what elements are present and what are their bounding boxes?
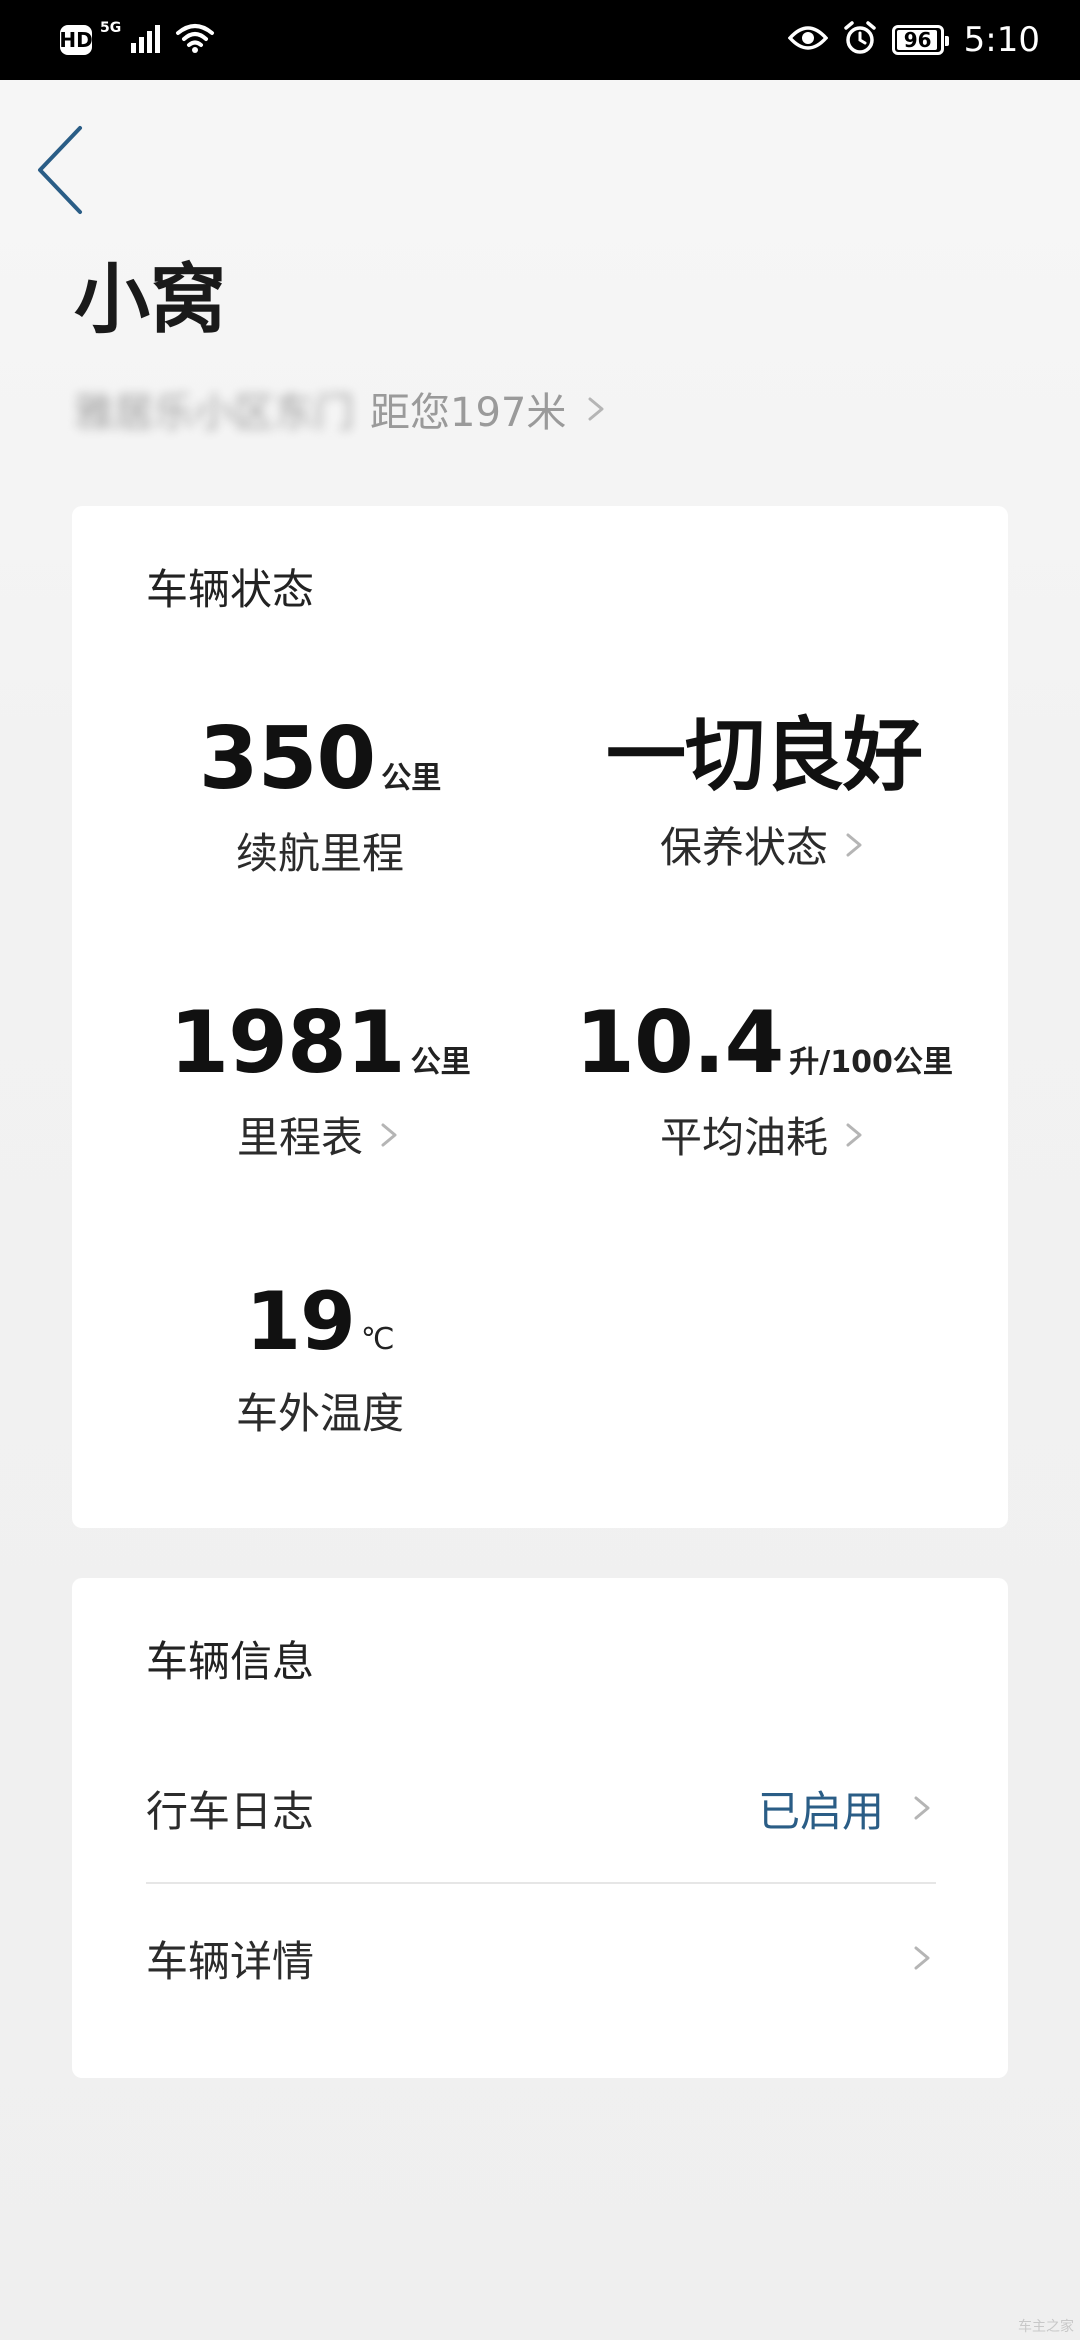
clock: 5:10 <box>963 20 1040 60</box>
wifi-icon <box>175 22 215 58</box>
stat-value: 一切良好 <box>606 709 923 802</box>
vehicle-status-title: 车辆状态 <box>146 565 315 614</box>
stat-outside-temperature: 19 ℃ 车外温度 <box>100 1282 540 1441</box>
stat-maintenance[interactable]: 一切良好 保养状态 <box>544 716 984 875</box>
network-type: 5G <box>100 20 122 36</box>
battery-icon: 96 <box>891 25 949 55</box>
driving-log-row[interactable]: 行车日志 已启用 <box>146 1748 936 1868</box>
chevron-right-icon <box>914 1946 930 1970</box>
stat-label: 车外温度 <box>235 1389 404 1438</box>
chevron-left-icon <box>38 126 82 214</box>
battery-cap <box>944 36 949 46</box>
stat-odometer[interactable]: 1981 公里 里程表 <box>100 1000 540 1165</box>
chevron-right-icon <box>846 1123 862 1146</box>
location-row[interactable]: 雅居乐小区东门 距您197米 <box>74 380 610 438</box>
address-text: 雅居乐小区东门 <box>74 390 354 436</box>
stat-label: 续航里程 <box>235 829 404 878</box>
vehicle-info-title: 车辆信息 <box>146 1637 315 1686</box>
vehicle-details-row[interactable]: 车辆详情 <box>146 1898 936 2018</box>
alarm-icon <box>842 20 878 60</box>
stat-range: 350 公里 续航里程 <box>100 716 540 881</box>
stat-value: 1981 <box>169 993 405 1093</box>
stat-unit: 公里 <box>410 1045 471 1080</box>
stat-fuel-consumption[interactable]: 10.4 升/100公里 平均油耗 <box>544 1000 984 1165</box>
chevron-right-icon <box>914 1796 930 1820</box>
status-right: 96 5:10 <box>787 14 1040 66</box>
back-button[interactable] <box>30 120 100 220</box>
vehicle-status-card: 车辆状态 350 公里 续航里程 一切良好 保养状态 1981 公里 里程表 1… <box>72 506 1008 1528</box>
stat-label: 平均油耗 <box>659 1113 828 1162</box>
stat-value: 19 <box>245 1275 355 1368</box>
distance-text: 距您197米 <box>370 390 567 436</box>
row-label: 车辆详情 <box>146 1936 315 1986</box>
stat-value: 10.4 <box>575 993 784 1093</box>
stat-label: 保养状态 <box>659 823 828 872</box>
status-left: HD 5G <box>59 16 215 64</box>
eye-icon <box>787 24 828 56</box>
vehicle-info-card: 车辆信息 行车日志 已启用 车辆详情 <box>72 1578 1008 2078</box>
driving-log-status: 已启用 <box>757 1786 884 1836</box>
battery-level: 96 <box>903 28 932 52</box>
watermark: 车主之家 <box>1018 2319 1074 2335</box>
stat-value: 350 <box>198 709 377 809</box>
hd-badge: HD <box>59 25 93 55</box>
chevron-right-icon <box>846 833 862 856</box>
stat-unit: ℃ <box>360 1322 395 1357</box>
chevron-right-icon <box>381 1123 397 1146</box>
stat-unit: 公里 <box>381 761 442 796</box>
page-title: 小窝 <box>74 255 226 344</box>
row-label: 行车日志 <box>146 1786 315 1836</box>
stat-unit: 升/100公里 <box>789 1045 953 1080</box>
chevron-right-icon <box>588 397 604 421</box>
signal-icon <box>131 23 165 57</box>
status-bar: HD 5G 96 5:10 <box>0 0 1080 80</box>
stat-label: 里程表 <box>236 1113 363 1162</box>
divider <box>146 1882 936 1884</box>
